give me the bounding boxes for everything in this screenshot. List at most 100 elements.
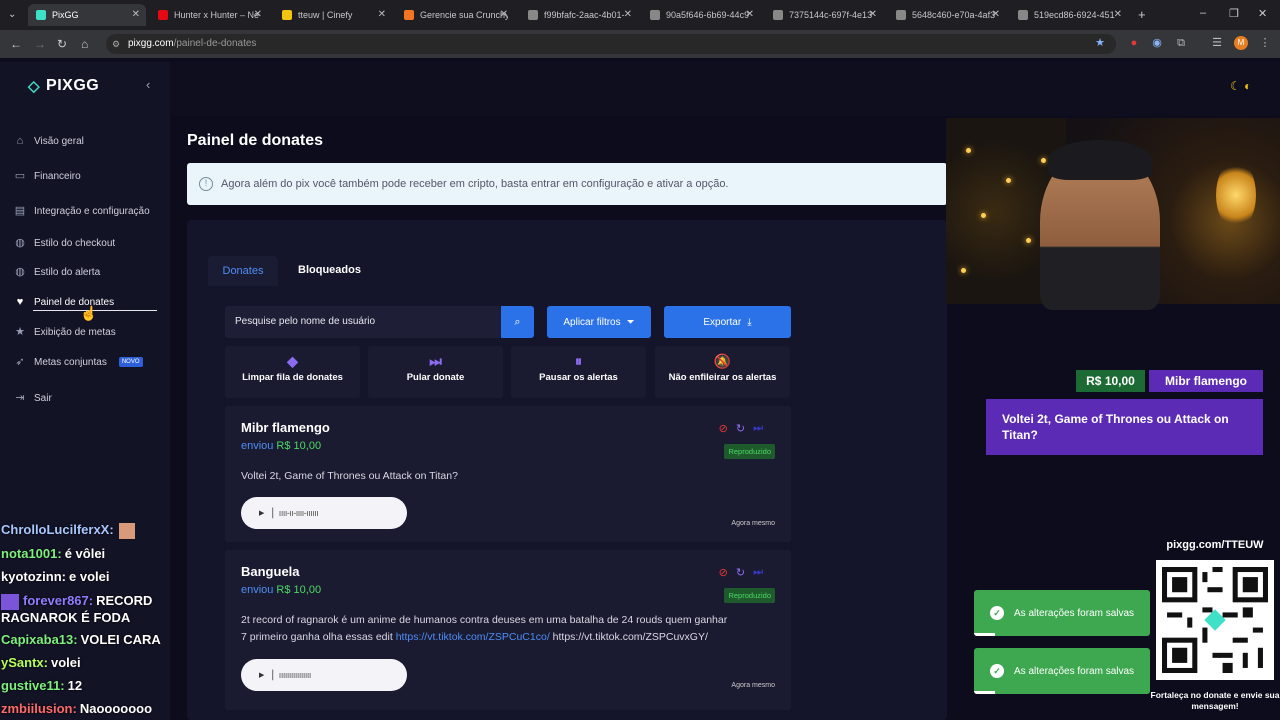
forward-icon[interactable]: → <box>34 37 46 51</box>
home-icon: ⌂ <box>16 135 24 147</box>
favicon-icon <box>282 10 292 20</box>
tab-search-icon[interactable]: ⌄ <box>8 9 16 20</box>
search-input[interactable]: Pesquise pelo nome de usuário <box>225 306 501 338</box>
donate-message: Voltei 2t, Game of Thrones ou Attack on … <box>241 470 458 482</box>
favicon-icon <box>896 10 906 20</box>
play-icon[interactable]: ▶ <box>259 509 264 517</box>
sidebar-item-estilo-alerta[interactable]: ◍ Estilo do alerta <box>14 266 100 278</box>
close-icon[interactable]: ✕ <box>746 9 754 20</box>
favicon-icon <box>404 10 414 20</box>
replay-icon[interactable]: ↻ <box>736 566 745 579</box>
chat-message: gustive11: 12 <box>1 678 83 693</box>
tree-light <box>1006 178 1011 183</box>
sidebar-item-estilo-checkout[interactable]: ◍ Estilo do checkout <box>14 237 115 249</box>
bookmark-star-icon[interactable]: ★ <box>1093 36 1107 50</box>
close-icon[interactable]: ✕ <box>624 9 632 20</box>
theme-toggle-icon[interactable]: ☾ ◐ <box>1230 79 1251 93</box>
donate-amount-line: enviou R$ 10,00 <box>241 440 322 452</box>
bell-off-icon: 🔕 <box>713 353 732 369</box>
skip-icon[interactable]: ⏭ <box>753 422 763 435</box>
export-button[interactable]: Exportar ⤓ <box>664 306 791 338</box>
pause-alerts-button[interactable]: ⏸ Pausar os alertas <box>511 346 646 398</box>
browser-tab[interactable]: Gerencie sua Crunchy ✕ <box>396 4 514 26</box>
search-button[interactable]: ⌕ <box>501 306 534 338</box>
clear-queue-button[interactable]: ◆ Limpar fila de donates <box>225 346 360 398</box>
browser-tab[interactable]: 5648c460-e70a-4af3 ✕ <box>888 4 1006 26</box>
palette-icon: ◍ <box>15 237 25 249</box>
sidebar-item-integracao[interactable]: ▤ Integração e configuração <box>14 205 150 217</box>
reading-list-icon[interactable]: ☰ <box>1210 36 1224 50</box>
palette-icon: ◍ <box>15 266 25 278</box>
profile-avatar[interactable]: M <box>1234 36 1248 50</box>
browser-tab[interactable]: tteuw | Cinefy ✕ <box>274 4 392 26</box>
tree-light <box>966 148 971 153</box>
browser-tab[interactable]: Hunter x Hunter – Ne ✕ <box>150 4 268 26</box>
alert-donor-name: Mibr flamengo <box>1149 370 1263 392</box>
collapse-sidebar-icon[interactable]: ‹ <box>146 77 150 92</box>
site-info-icon[interactable]: ⚙ <box>112 34 120 54</box>
tab-bloqueados[interactable]: Bloqueados <box>298 264 361 276</box>
play-icon[interactable]: ▶ <box>259 671 264 679</box>
extensions-puzzle-icon[interactable]: ⧉ <box>1174 36 1188 50</box>
wallet-icon: ▭ <box>14 170 26 182</box>
favicon-icon <box>528 10 538 20</box>
donate-actions: ⊘ ↻ ⏭ <box>719 566 763 579</box>
info-banner: ! Agora além do pix você também pode rec… <box>187 163 947 205</box>
close-icon[interactable]: ✕ <box>132 9 140 20</box>
donor-name: Banguela <box>241 564 300 579</box>
close-icon[interactable]: ✕ <box>1114 9 1122 20</box>
sidebar-item-visao-geral[interactable]: ⌂ Visão geral <box>14 135 84 147</box>
extension-icon[interactable]: ◉ <box>1150 36 1164 50</box>
sidebar-item-metas-conjuntas[interactable]: ➶ Metas conjuntas NOVO <box>14 356 143 368</box>
tab-donates[interactable]: Donates <box>208 256 278 286</box>
no-queue-alerts-button[interactable]: 🔕 Não enfileirar os alertas <box>655 346 790 398</box>
close-icon[interactable]: ✕ <box>992 9 1000 20</box>
browser-tab-bar: ⌄ PixGG ✕ Hunter x Hunter – Ne ✕ tteuw |… <box>0 0 1280 30</box>
chat-message: Capixaba13: VOLEI CARA <box>1 632 161 647</box>
tree-light <box>1041 158 1046 163</box>
block-icon[interactable]: ⊘ <box>719 422 728 435</box>
success-toast[interactable]: ✓ As alterações foram salvas <box>974 590 1150 636</box>
close-icon[interactable]: ✕ <box>500 9 508 20</box>
window-close-icon[interactable]: ✕ <box>1258 7 1267 20</box>
new-tab-icon[interactable]: + <box>1138 7 1146 22</box>
tiktok-link[interactable]: https://vt.tiktok.com/ZSPCuC1co/ <box>396 631 550 643</box>
sidebar-item-painel-donates[interactable]: ♥ Painel de donates <box>14 296 114 308</box>
audio-player[interactable]: ▶ ▏ıııı-ıı-ıııı-ıııııı <box>241 497 407 529</box>
skip-donate-button[interactable]: ⏭ Pular donate <box>368 346 503 398</box>
back-icon[interactable]: ← <box>10 37 22 51</box>
donate-item: Banguela enviou R$ 10,00 ⊘ ↻ ⏭ Reproduzid… <box>225 550 791 710</box>
chat-message: nota1001: é vôlei <box>1 546 106 561</box>
extension-icon[interactable]: ● <box>1127 36 1141 50</box>
sidebar-item-sair[interactable]: ⇥ Sair <box>14 392 51 404</box>
audio-player[interactable]: ▶ ▏ıııııııııııııııı <box>241 659 407 691</box>
browser-menu-icon[interactable]: ⋮ <box>1258 36 1272 50</box>
reload-icon[interactable]: ↻ <box>57 37 67 51</box>
sidebar-item-exibicao-metas[interactable]: ★ Exibição de metas <box>14 326 116 338</box>
sidebar-item-financeiro[interactable]: ▭ Financeiro <box>14 170 81 182</box>
download-icon: ⤓ <box>747 316 752 328</box>
chat-message: RAGNAROK É FODA <box>1 610 131 625</box>
apply-filters-button[interactable]: Aplicar filtros ⏷ <box>547 306 651 338</box>
maximize-icon[interactable]: ❐ <box>1229 7 1239 20</box>
logo[interactable]: ◇ PIXGG <box>28 77 99 95</box>
skip-icon[interactable]: ⏭ <box>753 566 763 579</box>
browser-tab[interactable]: 519ecd86-6924-451 ✕ <box>1010 4 1128 26</box>
browser-tab[interactable]: PixGG ✕ <box>28 4 146 26</box>
replay-icon[interactable]: ↻ <box>736 422 745 435</box>
check-icon: ✓ <box>990 664 1004 678</box>
browser-tab[interactable]: 7375144c-697f-4e13 ✕ <box>765 4 883 26</box>
close-icon[interactable]: ✕ <box>869 9 877 20</box>
home-icon[interactable]: ⌂ <box>81 37 88 51</box>
url-field[interactable]: ⚙ pixgg.com/painel-de-donates <box>106 34 1116 54</box>
close-icon[interactable]: ✕ <box>378 9 386 20</box>
minimize-icon[interactable]: – <box>1200 7 1206 19</box>
new-badge: NOVO <box>118 357 143 367</box>
success-toast[interactable]: ✓ As alterações foram salvas <box>974 648 1150 694</box>
close-icon[interactable]: ✕ <box>254 9 262 20</box>
block-icon[interactable]: ⊘ <box>719 566 728 579</box>
favicon-icon <box>36 10 46 20</box>
browser-tab[interactable]: f99bfafc-2aac-4b01- ✕ <box>520 4 638 26</box>
donate-item: Mibr flamengo enviou R$ 10,00 ⊘ ↻ ⏭ Repro… <box>225 406 791 542</box>
browser-tab[interactable]: 90a5f646-6b69-44c9 ✕ <box>642 4 760 26</box>
